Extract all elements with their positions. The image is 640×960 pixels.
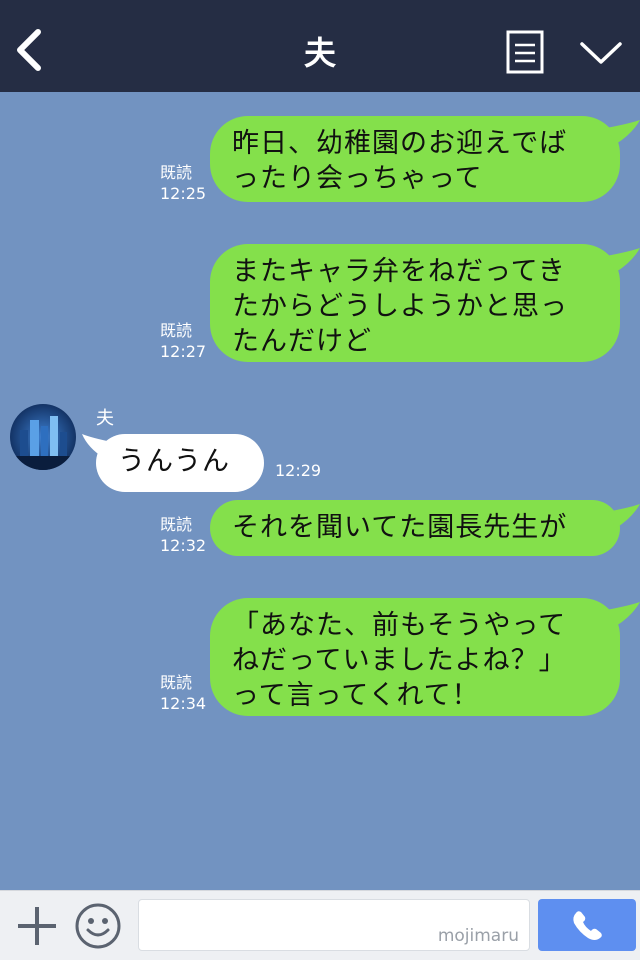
message-meta: 既読 12:25	[160, 162, 206, 204]
read-receipt: 既読	[160, 515, 193, 534]
chevron-left-icon	[17, 29, 41, 71]
message-line: 昨日、幼稚園のお迎えでば	[232, 128, 568, 159]
message-line: 「あなた、前もそうやって	[232, 610, 567, 641]
chat-area[interactable]: 既読 12:25 昨日、幼稚園のお迎えでば ったり会っちゃって 既読 12:27…	[0, 92, 640, 890]
timestamp: 12:27	[160, 342, 207, 361]
message-meta: 12:29	[275, 460, 321, 481]
message-line: またキャラ弁をねだってき	[232, 256, 566, 287]
timestamp: 12:34	[160, 694, 207, 713]
list-icon	[506, 30, 544, 74]
message-bubble-outgoing[interactable]: またキャラ弁をねだってき たからどうしようかと思っ たんだけど	[210, 244, 620, 362]
page-title: 夫	[303, 34, 336, 72]
chevron-down-icon	[580, 42, 622, 64]
read-receipt: 既読	[160, 321, 193, 340]
bubble-tail	[606, 248, 640, 272]
message-line: うんうん	[118, 446, 230, 477]
phone-icon	[573, 911, 602, 940]
avatar[interactable]	[10, 404, 76, 470]
message-line: たからどうしようかと思っ	[232, 291, 568, 322]
bubble-tail	[606, 504, 640, 528]
message-line: ったり会っちゃって	[232, 163, 483, 194]
city-skyline-avatar-icon	[10, 404, 76, 470]
sender-name: 夫	[96, 408, 114, 429]
add-button[interactable]	[16, 905, 58, 947]
bubble-tail	[606, 120, 640, 144]
message-bubble-outgoing[interactable]: 「あなた、前もそうやって ねだっていましたよね？」 って言ってくれて！	[210, 598, 620, 716]
smiley-icon	[75, 903, 121, 949]
message-line: たんだけど	[232, 326, 372, 357]
collapse-button[interactable]	[578, 38, 624, 68]
message-meta: 既読 12:32	[160, 514, 206, 556]
read-receipt: 既読	[160, 673, 193, 692]
read-receipt: 既読	[160, 163, 193, 182]
plus-icon	[18, 907, 56, 945]
timestamp: 12:32	[160, 536, 207, 555]
back-button[interactable]	[12, 28, 52, 72]
message-line: って言ってくれて！	[232, 680, 480, 711]
menu-button[interactable]	[506, 30, 544, 74]
watermark: mojimaru	[437, 926, 519, 946]
message-bubble-outgoing[interactable]: 昨日、幼稚園のお迎えでば ったり会っちゃって	[210, 116, 620, 202]
message-meta: 既読 12:34	[160, 672, 206, 714]
input-bar: mojimaru	[0, 890, 640, 960]
call-button[interactable]	[538, 899, 636, 951]
emoji-button[interactable]	[74, 902, 122, 950]
chat-header: 夫	[0, 0, 640, 92]
bubble-tail	[606, 602, 640, 626]
message-meta: 既読 12:27	[160, 320, 206, 362]
timestamp: 12:29	[275, 461, 322, 480]
message-bubble-incoming[interactable]: うんうん	[96, 434, 264, 492]
message-line: それを聞いてた園長先生が	[232, 512, 568, 543]
message-line: ねだっていましたよね？」	[232, 645, 567, 676]
timestamp: 12:25	[160, 184, 207, 203]
message-bubble-outgoing[interactable]: それを聞いてた園長先生が	[210, 500, 620, 556]
message-input[interactable]: mojimaru	[138, 899, 530, 951]
